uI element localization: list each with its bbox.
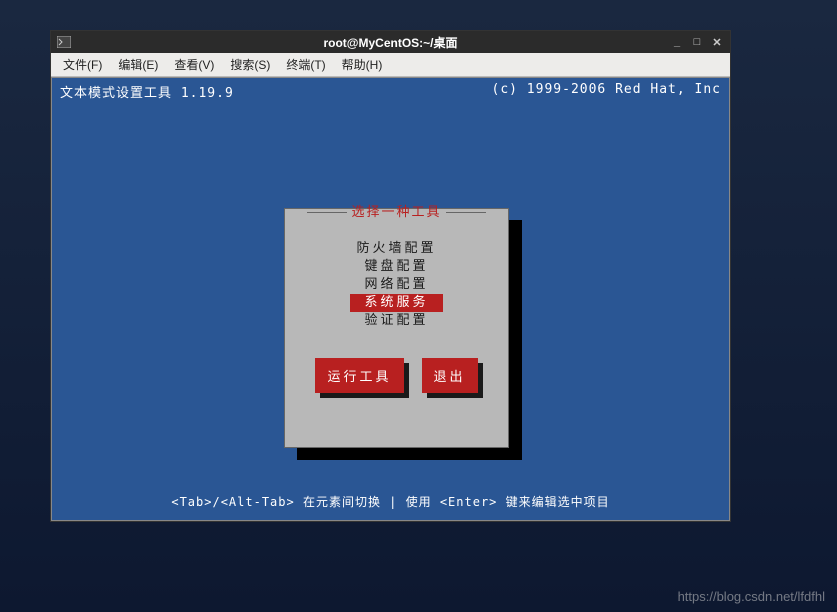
watermark: https://blog.csdn.net/lfdfhl bbox=[678, 589, 825, 604]
menu-edit[interactable]: 编辑(E) bbox=[110, 54, 166, 75]
tool-dialog: 选择一种工具 防火墙配置 键盘配置 网络配置 系统服务 验证配置 运行工具 退出 bbox=[284, 208, 509, 448]
option-authentication[interactable]: 验证配置 bbox=[285, 312, 508, 330]
tool-name: 文本模式设置工具 1.19.9 bbox=[60, 82, 234, 101]
option-keyboard[interactable]: 键盘配置 bbox=[285, 258, 508, 276]
copyright: (c) 1999-2006 Red Hat, Inc bbox=[492, 82, 722, 101]
menu-file[interactable]: 文件(F) bbox=[55, 54, 110, 75]
option-network[interactable]: 网络配置 bbox=[285, 276, 508, 294]
menu-help[interactable]: 帮助(H) bbox=[334, 54, 391, 75]
option-system-services[interactable]: 系统服务 bbox=[350, 294, 442, 312]
terminal-area[interactable]: 文本模式设置工具 1.19.9 (c) 1999-2006 Red Hat, I… bbox=[51, 77, 730, 521]
terminal-footer: <Tab>/<Alt-Tab> 在元素间切换 | 使用 <Enter> 键来编辑… bbox=[52, 493, 729, 510]
menubar: 文件(F) 编辑(E) 查看(V) 搜索(S) 终端(T) 帮助(H) bbox=[51, 53, 730, 77]
maximize-button[interactable]: □ bbox=[690, 35, 704, 49]
window-title: root@MyCentOS:~/桌面 bbox=[51, 34, 730, 51]
menu-terminal[interactable]: 终端(T) bbox=[278, 54, 333, 75]
option-list: 防火墙配置 键盘配置 网络配置 系统服务 验证配置 bbox=[285, 240, 508, 330]
terminal-header: 文本模式设置工具 1.19.9 (c) 1999-2006 Red Hat, I… bbox=[52, 78, 729, 105]
dialog-title: 选择一种工具 bbox=[285, 201, 508, 220]
run-tool-button[interactable]: 运行工具 bbox=[315, 358, 403, 393]
menu-search[interactable]: 搜索(S) bbox=[222, 54, 278, 75]
option-firewall[interactable]: 防火墙配置 bbox=[285, 240, 508, 258]
menu-view[interactable]: 查看(V) bbox=[166, 54, 222, 75]
quit-button[interactable]: 退出 bbox=[422, 358, 478, 393]
terminal-window: root@MyCentOS:~/桌面 _ □ ✕ 文件(F) 编辑(E) 查看(… bbox=[50, 30, 731, 522]
minimize-button[interactable]: _ bbox=[670, 35, 684, 49]
app-icon bbox=[55, 33, 73, 51]
window-controls: _ □ ✕ bbox=[670, 35, 724, 49]
dialog-buttons: 运行工具 退出 bbox=[285, 358, 508, 393]
titlebar: root@MyCentOS:~/桌面 _ □ ✕ bbox=[51, 31, 730, 53]
close-button[interactable]: ✕ bbox=[710, 35, 724, 49]
